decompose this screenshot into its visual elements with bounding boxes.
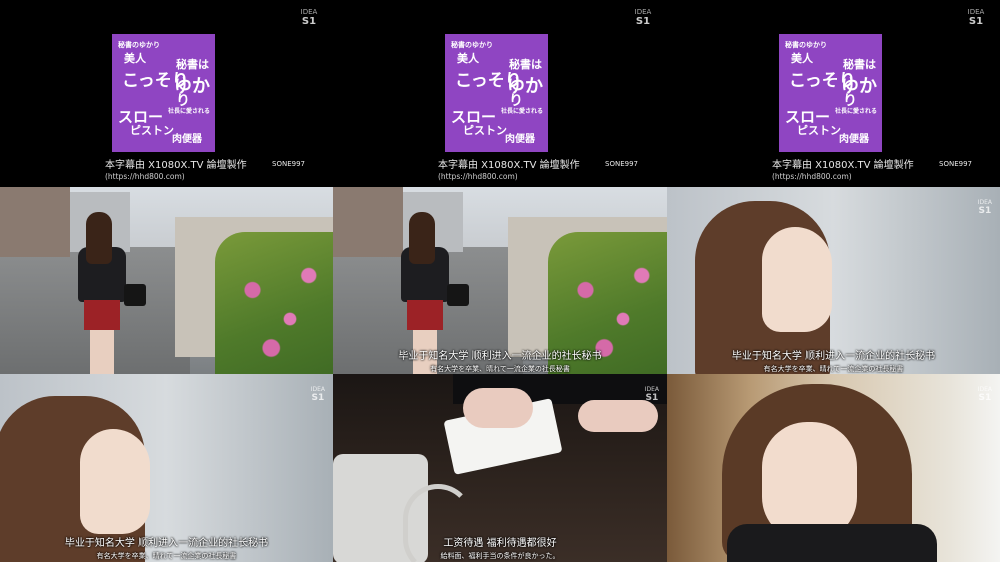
credit-url: (https://hhd800.com) bbox=[438, 172, 518, 181]
title-card-2: 秘書のゆかり 美人 秘書は こっそり ゆか り 社長に愛される スロー ピストン… bbox=[333, 0, 667, 187]
product-code: SONE997 bbox=[939, 160, 972, 168]
house bbox=[333, 187, 403, 257]
product-code: SONE997 bbox=[272, 160, 305, 168]
poster-text: 社長に愛される bbox=[835, 108, 878, 115]
desk-scene: IDEA S1 工资待遇 福利待遇都很好 給料面、福利手当の条件が良かった。 bbox=[333, 374, 667, 562]
credit-text: 本字幕由 X1080X.TV 論壇製作 bbox=[105, 160, 247, 171]
hand bbox=[463, 388, 533, 428]
studio-logo: IDEA S1 bbox=[634, 8, 652, 27]
office-portrait-scene: IDEA S1 bbox=[667, 374, 1000, 562]
woman-walking bbox=[78, 212, 146, 374]
watermark: IDEA S1 bbox=[310, 386, 325, 403]
subtitle: 毕业于知名大学 顺利进入一流企业的社长秘书 有名大学を卒業、晴れて一流企業の社長… bbox=[731, 351, 936, 373]
flower-bush bbox=[215, 232, 333, 374]
studio-logo: IDEA S1 bbox=[300, 8, 318, 27]
woman-face bbox=[80, 429, 150, 534]
watermark: IDEA S1 bbox=[977, 199, 992, 216]
subtitle: 毕业于知名大学 顺利进入一流企业的社长秘书 有名大学を卒業、晴れて一流企業の社長… bbox=[398, 351, 602, 373]
street-scene-2: 毕业于知名大学 顺利进入一流企业的社长秘书 有名大学を卒業、晴れて一流企業の社長… bbox=[333, 187, 667, 374]
poster-text: 美人 bbox=[457, 52, 479, 65]
poster-text: 肉便器 bbox=[839, 134, 869, 145]
hand bbox=[578, 400, 658, 432]
poster-text: 美人 bbox=[791, 52, 813, 65]
watermark: IDEA S1 bbox=[644, 386, 659, 403]
credit-url: (https://hhd800.com) bbox=[105, 172, 185, 181]
poster-text: 秘書のゆかり bbox=[451, 40, 493, 49]
poster-text: 社長に愛される bbox=[168, 108, 211, 115]
portrait-scene-2: IDEA S1 毕业于知名大学 顺利进入一流企业的社长秘书 有名大学を卒業、晴れて… bbox=[0, 374, 333, 562]
house bbox=[0, 187, 70, 257]
credit-text: 本字幕由 X1080X.TV 論壇製作 bbox=[772, 160, 914, 171]
poster-text: 秘書のゆかり bbox=[118, 40, 160, 49]
poster-text: ピストン bbox=[463, 124, 507, 137]
woman-jacket bbox=[727, 524, 937, 562]
watermark: IDEA S1 bbox=[977, 386, 992, 403]
poster-text: ピストン bbox=[130, 124, 174, 137]
poster-image: 秘書のゆかり 美人 秘書は こっそり ゆか り 社長に愛される スロー ピストン… bbox=[445, 34, 548, 152]
street-scene-1 bbox=[0, 187, 333, 374]
thumbnail-grid: 秘書のゆかり 美人 秘書は こっそり ゆか り 社長に愛される スロー ピストン… bbox=[0, 0, 1000, 562]
credit-text: 本字幕由 X1080X.TV 論壇製作 bbox=[438, 160, 580, 171]
poster-text: 肉便器 bbox=[172, 134, 202, 145]
poster-text: ピストン bbox=[797, 124, 841, 137]
poster-image: 秘書のゆかり 美人 秘書は こっそり ゆか り 社長に愛される スロー ピストン… bbox=[112, 34, 215, 152]
poster-image: 秘書のゆかり 美人 秘書は こっそり ゆか り 社長に愛される スロー ピストン… bbox=[779, 34, 882, 152]
product-code: SONE997 bbox=[605, 160, 638, 168]
poster-text: 秘書のゆかり bbox=[785, 40, 827, 49]
poster-text: 社長に愛される bbox=[501, 108, 544, 115]
studio-logo: IDEA S1 bbox=[967, 8, 985, 27]
poster-text: 美人 bbox=[124, 52, 146, 65]
credit-url: (https://hhd800.com) bbox=[772, 172, 852, 181]
title-card-1: 秘書のゆかり 美人 秘書は こっそり ゆか り 社長に愛される スロー ピストン… bbox=[0, 0, 333, 187]
portrait-scene-1: IDEA S1 毕业于知名大学 顺利进入一流企业的社长秘书 有名大学を卒業、晴れて… bbox=[667, 187, 1000, 374]
poster-text: 肉便器 bbox=[505, 134, 535, 145]
title-card-3: 秘書のゆかり 美人 秘書は こっそり ゆか り 社長に愛される スロー ピストン… bbox=[667, 0, 1000, 187]
subtitle: 工资待遇 福利待遇都很好 給料面、福利手当の条件が良かった。 bbox=[440, 538, 560, 560]
subtitle: 毕业于知名大学 顺利进入一流企业的社长秘书 有名大学を卒業、晴れて一流企業の社長… bbox=[64, 538, 269, 560]
woman-face bbox=[762, 227, 832, 332]
